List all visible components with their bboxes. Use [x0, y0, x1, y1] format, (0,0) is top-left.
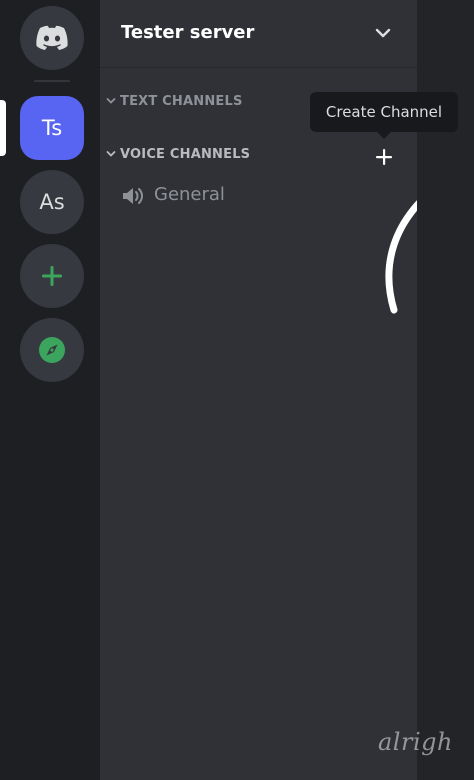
speaker-icon [123, 188, 143, 204]
home-button[interactable] [20, 6, 84, 70]
rail-separator [34, 80, 70, 82]
category-voice-label: VOICE CHANNELS [120, 147, 251, 162]
chevron-down-icon [375, 28, 391, 38]
server-name: Tester server [121, 22, 255, 43]
add-server-button[interactable] [20, 244, 84, 308]
discord-logo-icon [36, 25, 68, 50]
channel-name: General [154, 184, 225, 205]
tooltip-tail [377, 132, 391, 139]
plus-icon [42, 266, 62, 286]
server-tester[interactable]: Ts [20, 96, 84, 160]
server-as-label: As [39, 190, 65, 214]
watermark: alrigh [378, 728, 453, 756]
server-tester-label: Ts [41, 116, 63, 140]
server-header[interactable]: Tester server [100, 0, 417, 68]
chevron-down-icon [106, 151, 116, 157]
server-rail: Ts As [0, 0, 100, 780]
chevron-down-icon [106, 98, 116, 104]
explore-servers-button[interactable] [20, 318, 84, 382]
active-server-indicator [0, 100, 6, 156]
create-channel-tooltip: Create Channel [310, 92, 458, 139]
category-text-label: TEXT CHANNELS [120, 94, 243, 109]
tooltip-text: Create Channel [325, 103, 443, 121]
server-as[interactable]: As [20, 170, 84, 234]
app-window: Ts As Tester server TEXT CHANNELS VOICE … [0, 0, 474, 780]
compass-icon [39, 337, 65, 363]
voice-channel-general[interactable]: General [116, 180, 396, 212]
